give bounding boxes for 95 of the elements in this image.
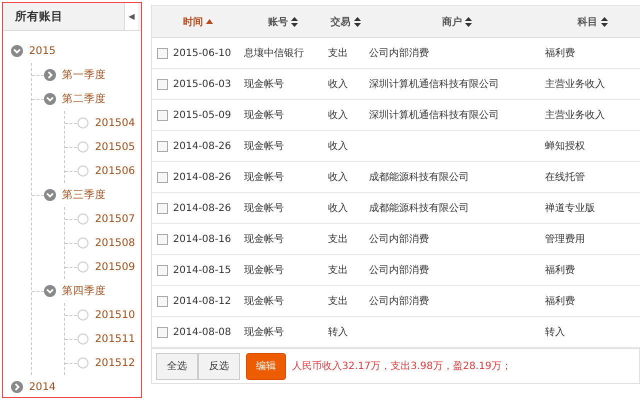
- sidebar-title: 所有账目: [14, 9, 63, 24]
- chevron-right-icon[interactable]: [44, 69, 56, 81]
- table-cell: 支出: [328, 48, 348, 59]
- table-cell: 2014-08-15: [173, 264, 232, 276]
- sort-icon: [465, 16, 472, 26]
- table-cell: 禅道专业版: [545, 203, 595, 214]
- tree-item[interactable]: 第三季度: [62, 188, 106, 202]
- table-cell: 2014-08-16: [173, 234, 232, 244]
- column-header[interactable]: 账号: [244, 14, 322, 28]
- tree-item[interactable]: 第一季度: [62, 68, 106, 82]
- table-cell: 收入: [328, 141, 348, 152]
- table-cell: 公司内部消费: [369, 234, 429, 245]
- table-cell: 公司内部消费: [369, 48, 429, 59]
- table-cell: 2015-05-09: [173, 110, 232, 120]
- chevron-down-icon[interactable]: [44, 189, 56, 201]
- select-button[interactable]: 全选: [156, 352, 198, 380]
- row-checkbox[interactable]: [157, 140, 168, 152]
- table-cell: 主营业务收入: [545, 79, 605, 90]
- tree-item[interactable]: 201508: [95, 237, 136, 249]
- row-checkbox[interactable]: [157, 202, 168, 214]
- row-checkbox[interactable]: [157, 48, 168, 58]
- table-cell: 息壤中信银行: [244, 48, 304, 59]
- table-cell: 2014-08-26: [173, 172, 232, 182]
- table-cell: 现金帐号: [244, 172, 284, 183]
- column-header[interactable]: 科目: [545, 14, 640, 28]
- sort-ascending-icon: [206, 19, 213, 24]
- tree-item[interactable]: 201506: [95, 165, 136, 177]
- table-cell: 支出: [328, 265, 348, 276]
- row-checkbox[interactable]: [157, 110, 168, 120]
- table-cell: 2015-06-03: [173, 78, 232, 90]
- table-cell: 成都能源科技有限公司: [369, 172, 469, 183]
- table-cell: 收入: [328, 79, 348, 90]
- table-cell: 2015-06-10: [173, 48, 232, 58]
- table-cell: 福利费: [545, 48, 575, 59]
- table-cell: 收入: [328, 203, 348, 214]
- chevron-down-icon[interactable]: [44, 93, 56, 105]
- table-cell: 转入: [328, 327, 348, 338]
- tree-item[interactable]: 第四季度: [62, 284, 106, 298]
- row-checkbox[interactable]: [157, 234, 168, 244]
- chevron-right-icon[interactable]: [11, 381, 23, 393]
- table-cell: 2014-08-12: [173, 296, 232, 306]
- tree-item[interactable]: 201510: [95, 309, 136, 321]
- sort-icon: [291, 16, 298, 26]
- row-checkbox[interactable]: [157, 78, 168, 90]
- tree-item[interactable]: 201507: [95, 213, 136, 225]
- table-cell: 现金帐号: [244, 141, 284, 152]
- row-checkbox[interactable]: [157, 172, 168, 182]
- sort-icon: [354, 16, 360, 26]
- tree-item[interactable]: 201511: [95, 333, 136, 345]
- table-cell: 福利费: [545, 296, 575, 307]
- summary-text: 人民币收入32.17万，支出3.98万，盈28.19万；: [292, 360, 512, 373]
- tree-item[interactable]: 201512: [95, 357, 136, 369]
- table-cell: 现金帐号: [244, 296, 284, 307]
- sort-icon: [600, 16, 608, 26]
- table-cell: 公司内部消费: [369, 265, 429, 276]
- chevron-down-icon[interactable]: [11, 45, 23, 57]
- table-cell: 现金帐号: [244, 234, 284, 245]
- tree-item[interactable]: 201505: [95, 141, 136, 153]
- column-header[interactable]: 交易: [322, 14, 369, 28]
- row-checkbox[interactable]: [157, 326, 168, 338]
- table-cell: 深圳计算机通信科技有限公司: [369, 79, 499, 90]
- tree-item[interactable]: 201509: [95, 261, 136, 273]
- table-cell: 深圳计算机通信科技有限公司: [369, 110, 499, 121]
- column-header[interactable]: 时间: [152, 14, 244, 28]
- table-cell: 2014-08-08: [173, 326, 232, 338]
- table-cell: 公司内部消费: [369, 296, 429, 307]
- column-header[interactable]: 商户: [369, 14, 545, 28]
- table-cell: 蝉知授权: [545, 141, 585, 152]
- table-cell: 转入: [545, 327, 565, 338]
- table-cell: 收入: [328, 172, 348, 183]
- table-cell: 支出: [328, 234, 348, 245]
- row-checkbox[interactable]: [157, 264, 168, 276]
- chevron-down-icon[interactable]: [44, 285, 56, 297]
- table-cell: 成都能源科技有限公司: [369, 203, 469, 214]
- table-cell: 主营业务收入: [545, 110, 605, 121]
- table-cell: 现金帐号: [244, 265, 284, 276]
- table-cell: 现金帐号: [244, 327, 284, 338]
- row-checkbox[interactable]: [157, 296, 168, 306]
- select-button[interactable]: 反选: [198, 352, 240, 380]
- table-cell: 2014-08-26: [173, 202, 232, 214]
- table-cell: 支出: [328, 296, 348, 307]
- tree-item[interactable]: 2015: [29, 45, 56, 57]
- table-cell: 2014-08-26: [173, 140, 232, 152]
- table-cell: 收入: [328, 110, 348, 121]
- table-cell: 在线托管: [545, 172, 585, 183]
- tree-item[interactable]: 第二季度: [62, 92, 106, 106]
- collapse-button[interactable]: ◀: [124, 3, 138, 30]
- table-cell: 管理费用: [545, 234, 585, 245]
- edit-button[interactable]: 编辑: [246, 352, 286, 380]
- tree-item[interactable]: 201504: [95, 117, 136, 129]
- table-cell: 现金帐号: [244, 79, 284, 90]
- tree-item[interactable]: 2014: [29, 381, 56, 393]
- table-cell: 福利费: [545, 265, 575, 276]
- table-cell: 现金帐号: [244, 203, 284, 214]
- table-cell: 现金帐号: [244, 110, 284, 121]
